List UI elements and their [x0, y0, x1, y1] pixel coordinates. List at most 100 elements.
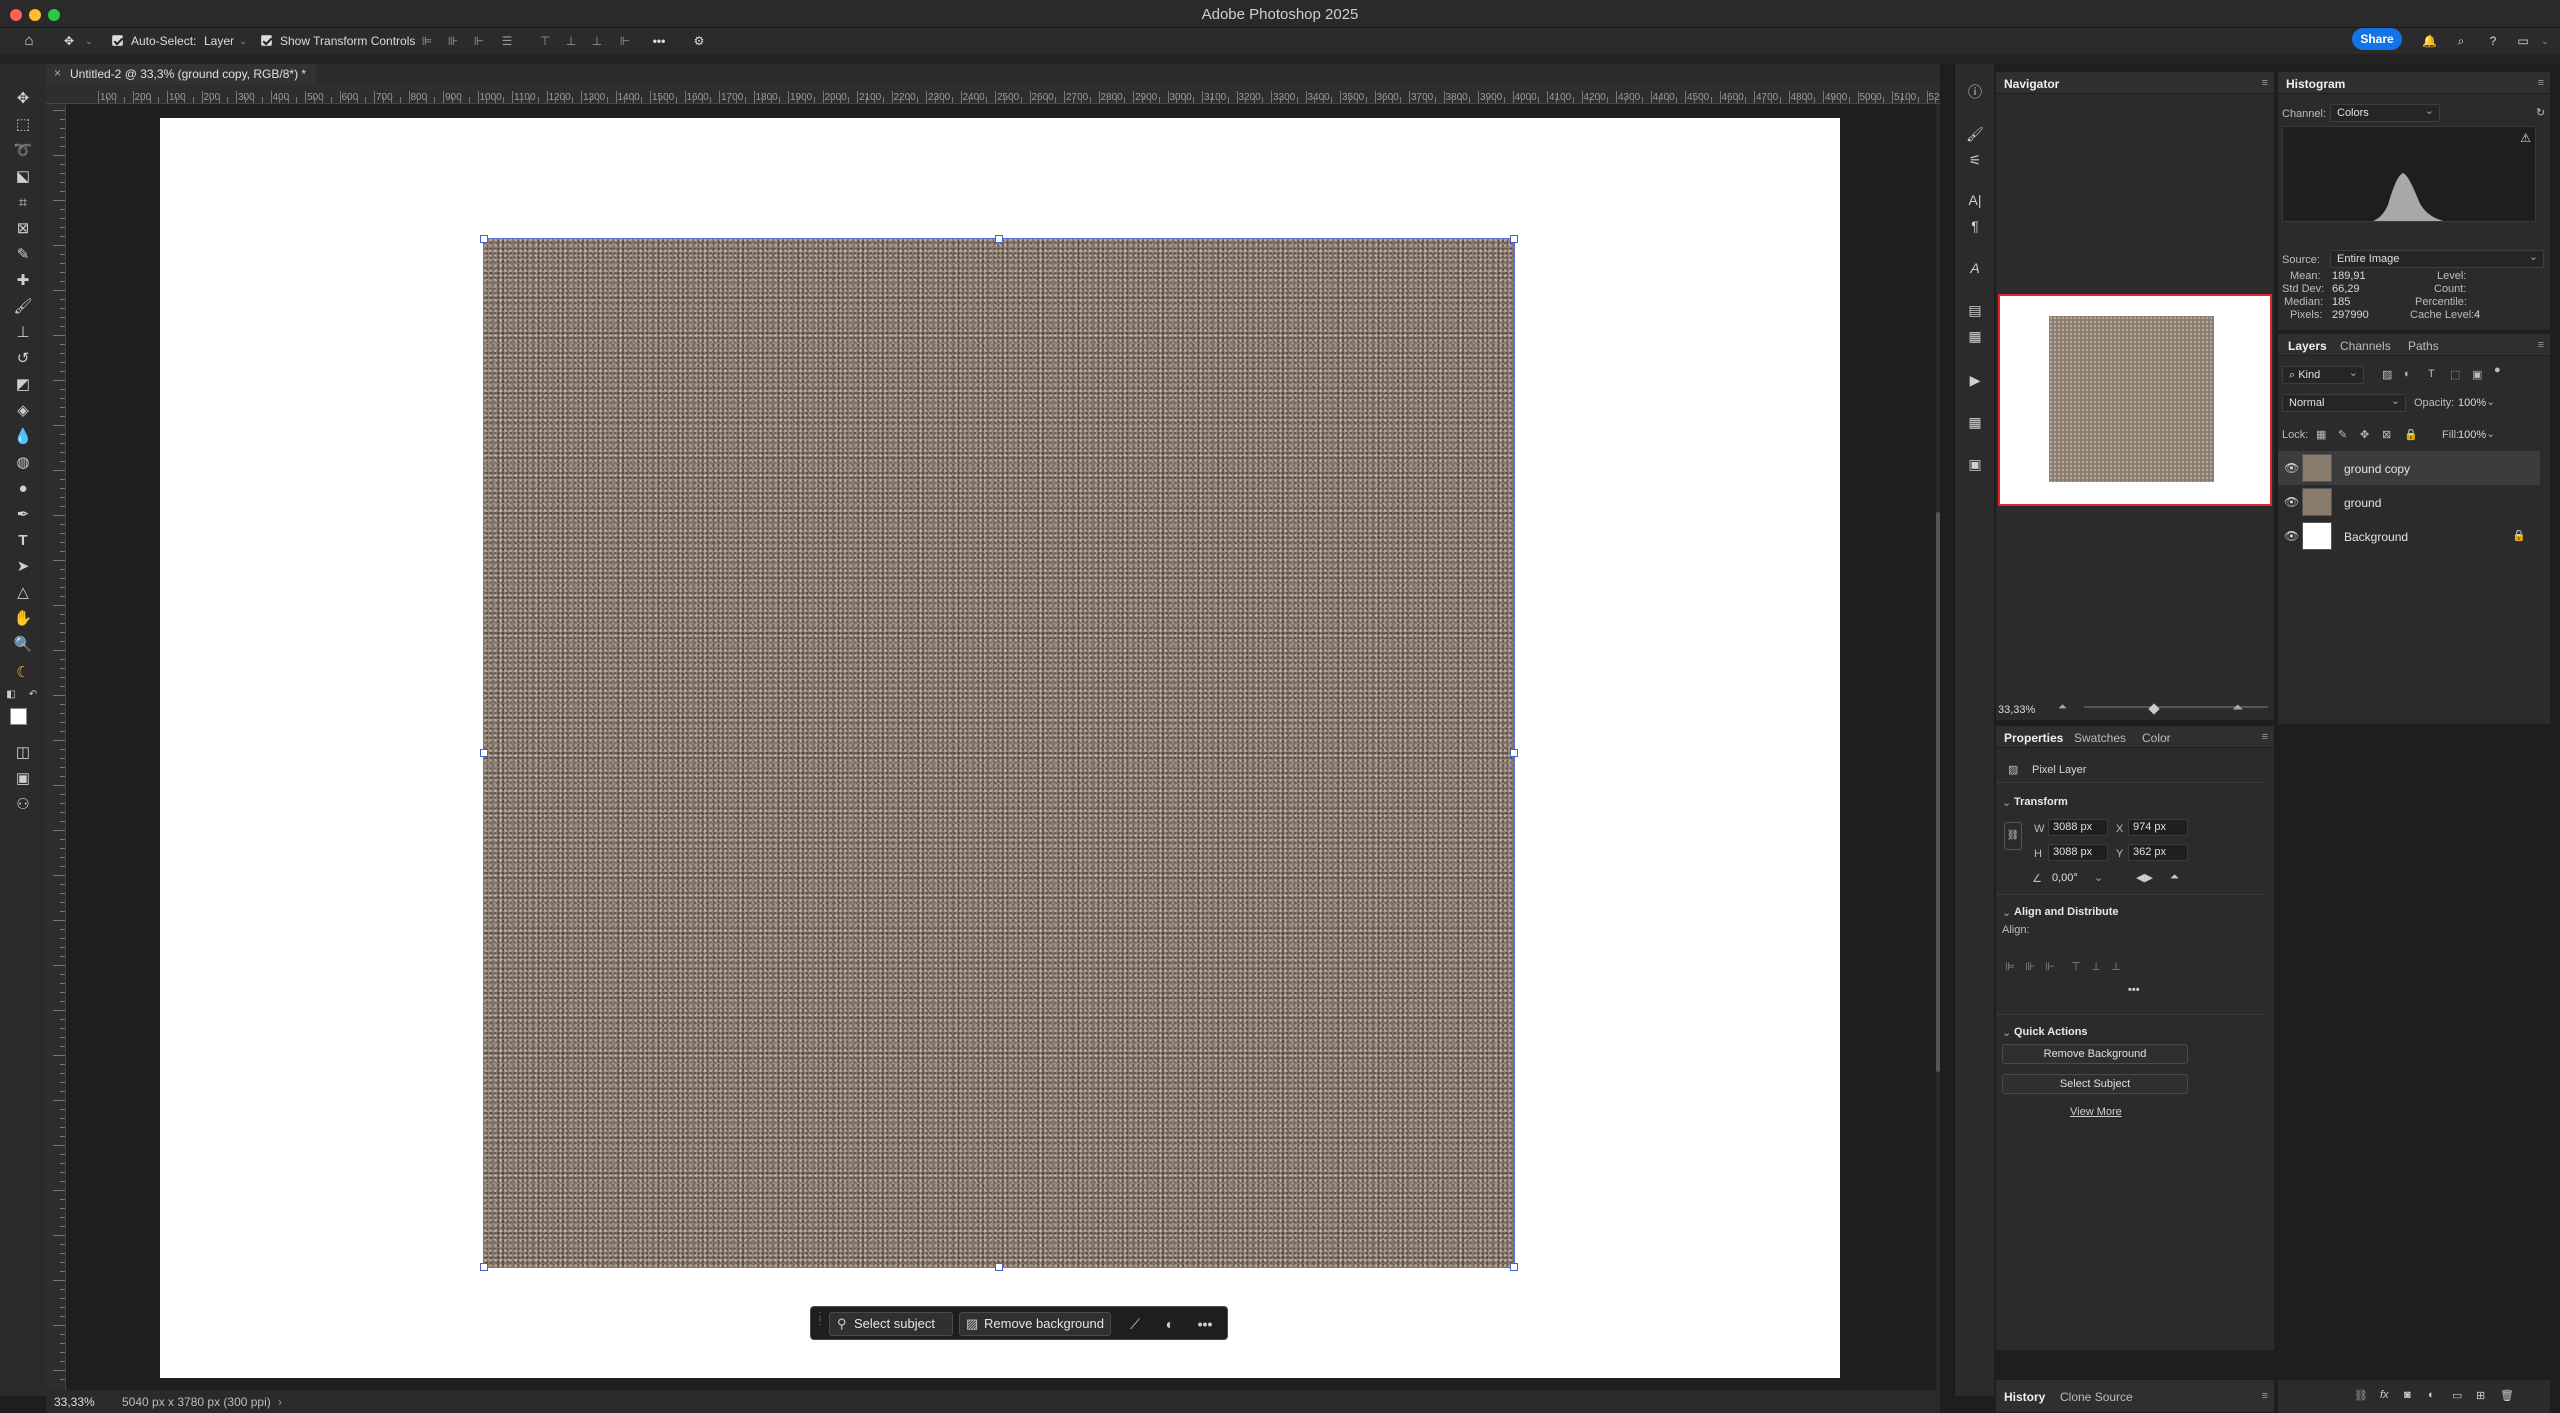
- paint-bucket-icon[interactable]: ◈: [11, 400, 35, 422]
- move-tool-icon[interactable]: ✥: [11, 88, 35, 110]
- fx-icon[interactable]: fx: [2380, 1389, 2389, 1401]
- frame-tool-icon[interactable]: ⊠: [11, 218, 35, 240]
- transform-handle[interactable]: [1510, 235, 1518, 243]
- adjustment-icon[interactable]: ◐: [1158, 1312, 1182, 1336]
- filter-type-icon[interactable]: T: [2428, 368, 2435, 380]
- align-center-icon[interactable]: ⊪: [446, 34, 460, 48]
- align-horizontal-centers-icon[interactable]: ⊪: [2022, 960, 2038, 974]
- tab-swatches[interactable]: Swatches: [2074, 731, 2126, 745]
- layer-row-ground[interactable]: 👁 ground: [2278, 485, 2540, 519]
- bell-icon[interactable]: 🔔: [2422, 34, 2437, 48]
- remove-background-button[interactable]: ▨ Remove background: [959, 1312, 1111, 1336]
- panel-menu-icon[interactable]: ≡: [2538, 77, 2544, 89]
- filter-shape-icon[interactable]: ⬚: [2450, 368, 2460, 381]
- panel-menu-icon[interactable]: ≡: [2262, 1390, 2268, 1402]
- more-options-icon[interactable]: •••: [2128, 984, 2140, 996]
- zoom-tool-icon[interactable]: 🔍: [11, 634, 35, 656]
- workspace-icon[interactable]: ▭: [2516, 34, 2530, 48]
- brush-settings-icon[interactable]: 🖌: [1965, 124, 1985, 144]
- tab-paths[interactable]: Paths: [2408, 339, 2439, 353]
- new-adjustment-icon[interactable]: ◐: [2428, 1389, 2435, 1401]
- tab-layers[interactable]: Layers: [2288, 339, 2327, 353]
- blend-mode-select[interactable]: Normal: [2282, 394, 2406, 412]
- search-icon[interactable]: ⌕: [2454, 34, 2468, 48]
- refresh-icon[interactable]: ↻: [2536, 106, 2545, 119]
- table-icon[interactable]: ▦: [1965, 412, 1985, 432]
- add-mask-icon[interactable]: ◙: [2404, 1389, 2411, 1401]
- chevron-down-icon[interactable]: ⌄: [2486, 427, 2495, 440]
- chevron-right-icon[interactable]: ›: [278, 1395, 282, 1409]
- align-top-icon[interactable]: ⊤: [538, 34, 552, 48]
- link-proportions-icon[interactable]: ⛓: [2004, 822, 2022, 850]
- chevron-down-icon[interactable]: ⌄: [2538, 34, 2552, 48]
- height-input[interactable]: 3088 px: [2048, 844, 2108, 861]
- flip-horizontal-icon[interactable]: ◀▶: [2136, 871, 2153, 884]
- marquee-tool-icon[interactable]: ⬚: [11, 114, 35, 136]
- more-options-icon[interactable]: •••: [652, 34, 666, 48]
- transform-handle[interactable]: [995, 1263, 1003, 1271]
- align-section-title[interactable]: Align and Distribute: [2014, 906, 2119, 918]
- filter-smart-object-icon[interactable]: ▣: [2472, 368, 2482, 381]
- shape-tool-icon[interactable]: △: [11, 582, 35, 604]
- brush-tool-icon[interactable]: 🖌: [11, 296, 35, 318]
- histogram-tab[interactable]: Histogram: [2286, 77, 2345, 91]
- zoom-level[interactable]: 33,33%: [54, 1395, 95, 1409]
- quick-actions-title[interactable]: Quick Actions: [2014, 1026, 2088, 1038]
- align-bottom-icon[interactable]: ⊥: [590, 34, 604, 48]
- y-input[interactable]: 362 px: [2128, 844, 2188, 861]
- select-subject-button[interactable]: ⚲ Select subject: [829, 1312, 953, 1336]
- move-tool-icon[interactable]: ✥: [62, 34, 76, 48]
- libraries-icon[interactable]: ▤: [1965, 300, 1985, 320]
- chevron-down-icon[interactable]: ⌄: [2002, 796, 2011, 809]
- fill-value[interactable]: 100%: [2458, 429, 2486, 441]
- plugins-icon[interactable]: ▣: [1965, 454, 1985, 474]
- help-icon[interactable]: ?: [2486, 34, 2500, 48]
- foreground-color-swatch[interactable]: [10, 708, 27, 725]
- gear-icon[interactable]: ⚙: [692, 34, 706, 48]
- actions-play-icon[interactable]: ▶: [1965, 370, 1985, 390]
- filter-adjustment-icon[interactable]: ◐: [2404, 368, 2411, 380]
- blur-tool-icon[interactable]: 💧: [11, 426, 35, 448]
- chevron-down-icon[interactable]: ⌄: [2002, 1026, 2011, 1039]
- vertical-scrollbar[interactable]: [1936, 104, 1940, 1390]
- lock-all-icon[interactable]: 🔒: [2404, 428, 2418, 441]
- transform-handle[interactable]: [995, 235, 1003, 243]
- lock-transparency-icon[interactable]: ▦: [2316, 428, 2326, 441]
- screen-mode-icon[interactable]: ▣: [11, 768, 35, 790]
- align-bottom-edges-icon[interactable]: ⊥: [2108, 960, 2124, 974]
- new-group-icon[interactable]: ▭: [2452, 1389, 2462, 1402]
- lock-position-icon[interactable]: ✥: [2360, 428, 2369, 441]
- zoom-in-icon[interactable]: ⏶: [2232, 699, 2243, 716]
- object-selection-icon[interactable]: ⬕: [11, 166, 35, 188]
- eraser-icon[interactable]: ◩: [11, 374, 35, 396]
- layer-row-background[interactable]: 👁 Background 🔒: [2278, 519, 2540, 553]
- view-more-link[interactable]: View More: [2070, 1106, 2122, 1118]
- panel-menu-icon[interactable]: ≡: [2262, 731, 2268, 743]
- ground-copy-layer-content[interactable]: [483, 238, 1515, 1268]
- dodge-tool-icon[interactable]: ●: [11, 478, 35, 500]
- transform-handle[interactable]: [1510, 1263, 1518, 1271]
- swap-colors-icon[interactable]: ↶: [26, 684, 40, 706]
- filter-pixel-icon[interactable]: ▨: [2382, 368, 2392, 381]
- path-selection-icon[interactable]: ➤: [11, 556, 35, 578]
- visibility-eye-icon[interactable]: 👁: [2284, 495, 2299, 509]
- transform-handle[interactable]: [1510, 749, 1518, 757]
- close-icon[interactable]: ×: [54, 66, 61, 80]
- quick-mask-icon[interactable]: ◫: [11, 742, 35, 764]
- filter-toggle-icon[interactable]: ●: [2494, 364, 2501, 376]
- remove-background-button[interactable]: Remove Background: [2002, 1044, 2188, 1064]
- transform-icon[interactable]: ⟋: [1123, 1312, 1147, 1336]
- tab-history[interactable]: History: [2004, 1390, 2045, 1404]
- flip-vertical-icon[interactable]: ⏶: [2170, 871, 2179, 884]
- panel-menu-icon[interactable]: ≡: [2538, 339, 2544, 351]
- source-select[interactable]: Entire Image: [2330, 250, 2544, 268]
- transform-handle[interactable]: [480, 749, 488, 757]
- info-icon[interactable]: ⓘ: [1965, 82, 1985, 102]
- visibility-eye-icon[interactable]: 👁: [2284, 529, 2299, 543]
- chevron-down-icon[interactable]: ⌄: [2094, 871, 2103, 884]
- chevron-down-icon[interactable]: ⌄: [2002, 906, 2011, 919]
- zoom-out-icon[interactable]: ⏶: [2058, 701, 2067, 714]
- transform-section-title[interactable]: Transform: [2014, 796, 2068, 808]
- lock-pixels-icon[interactable]: ✎: [2338, 428, 2347, 441]
- chevron-down-icon[interactable]: ⌄: [236, 34, 250, 48]
